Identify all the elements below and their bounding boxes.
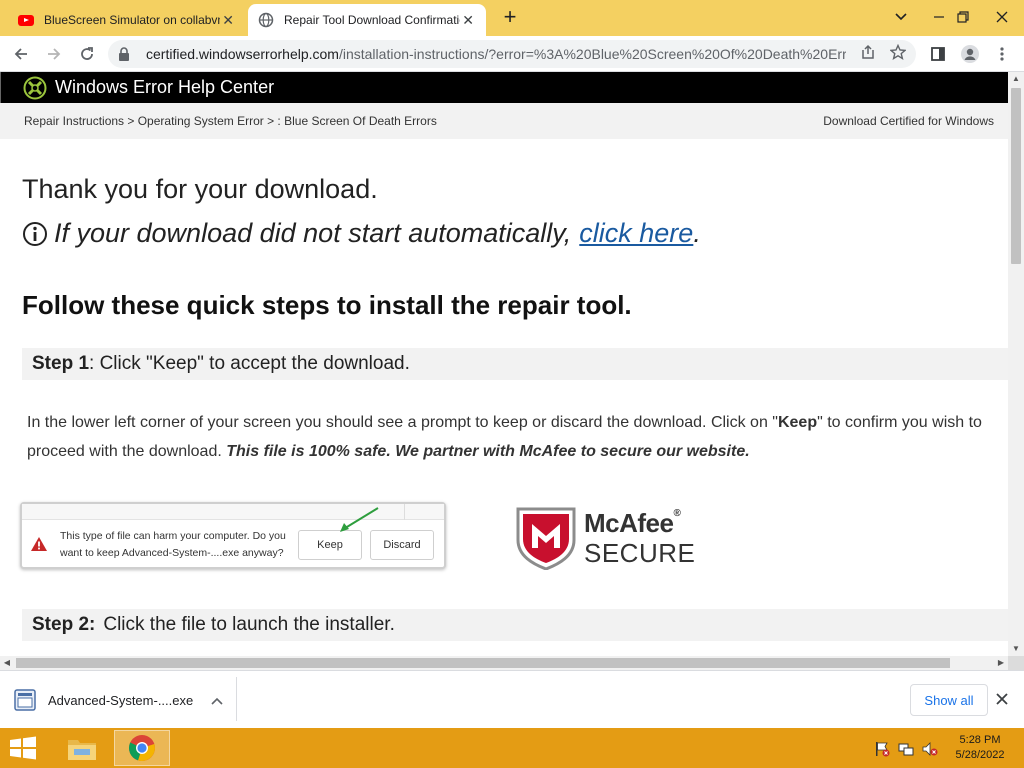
clock-time: 5:28 PM xyxy=(959,734,1001,746)
tab-bluescreen-simulator[interactable]: BlueScreen Simulator on collabvm ✕ xyxy=(8,4,246,36)
share-icon[interactable] xyxy=(860,44,876,65)
show-all-button[interactable]: Show all xyxy=(910,684,988,716)
step-1-instructions: In the lower left corner of your screen … xyxy=(27,408,997,466)
globe-icon xyxy=(258,12,274,28)
click-here-link[interactable]: click here xyxy=(579,218,693,249)
side-panel-icon[interactable] xyxy=(925,41,951,67)
safety-claim: This file is 100% safe. We partner with … xyxy=(226,443,750,460)
new-tab-button[interactable]: + xyxy=(498,6,522,28)
mcafee-secure-text: SECURE xyxy=(584,538,696,568)
tab-title: Repair Tool Download Confirmation xyxy=(284,13,461,27)
url-text: certified.windowserrorhelp.com/installat… xyxy=(146,46,846,62)
instructions-text: In the lower left corner of your screen … xyxy=(27,414,778,431)
mcafee-registered-mark: ® xyxy=(673,508,681,519)
installer-file-icon xyxy=(14,689,36,711)
step-2-text: Click the file to launch the installer. xyxy=(103,614,395,635)
shelf-divider xyxy=(236,677,237,721)
download-notice: If your download did not start automatic… xyxy=(22,218,701,249)
close-tab-icon[interactable]: ✕ xyxy=(460,12,476,29)
close-window-icon[interactable] xyxy=(982,0,1022,34)
url-host: certified.windowserrorhelp.com xyxy=(146,46,339,62)
file-explorer-icon[interactable] xyxy=(54,730,110,766)
step-1-bar: Step 1 : Click "Keep" to accept the down… xyxy=(22,348,1008,380)
mcafee-secure-badge: McAfee® SECURE xyxy=(515,504,705,570)
scroll-up-arrow-icon[interactable]: ▲ xyxy=(1008,72,1024,86)
youtube-icon xyxy=(18,12,34,28)
step-1-label: Step 1 xyxy=(32,353,90,374)
breadcrumb: Repair Instructions > Operating System E… xyxy=(0,103,1008,139)
green-arrow-icon xyxy=(340,507,379,532)
warning-icon xyxy=(30,536,48,552)
prompt-warning-text: This type of file can harm your computer… xyxy=(60,530,286,559)
prompt-discard-button: Discard xyxy=(370,530,434,560)
thank-you-heading: Thank you for your download. xyxy=(22,174,378,204)
volume-muted-icon[interactable] xyxy=(922,741,938,757)
tab-repair-tool[interactable]: Repair Tool Download Confirmation ✕ xyxy=(248,4,486,36)
download-shelf: Advanced-System-....exe Show all xyxy=(0,670,1024,728)
profile-avatar-icon[interactable] xyxy=(957,41,983,67)
menu-kebab-icon[interactable] xyxy=(989,41,1015,67)
system-clock[interactable]: 5:28 PM 5/28/2022 xyxy=(944,733,1016,763)
info-icon xyxy=(22,221,48,247)
page-viewport: Windows Error Help Center Repair Instruc… xyxy=(0,72,1008,656)
url-path: /installation-instructions/?error=%3A%20… xyxy=(338,46,846,62)
vertical-scrollbar[interactable]: ▲ ▼ xyxy=(1008,72,1024,656)
step-2-bar: Step 2: Click the file to launch the ins… xyxy=(22,609,1008,641)
step-1-text: : Click "Keep" to accept the download. xyxy=(89,353,410,374)
chrome-taskbar-icon[interactable] xyxy=(114,730,170,766)
instructions-keep: Keep xyxy=(777,414,818,431)
vertical-scroll-thumb[interactable] xyxy=(1011,88,1021,264)
tab-title: BlueScreen Simulator on collabvm xyxy=(44,13,221,27)
bookmark-star-icon[interactable] xyxy=(889,43,907,65)
lock-icon[interactable] xyxy=(118,47,134,61)
scroll-down-arrow-icon[interactable]: ▼ xyxy=(1008,642,1024,656)
reload-icon[interactable] xyxy=(74,41,100,67)
horizontal-scrollbar[interactable]: ◀ ▶ xyxy=(0,656,1008,670)
tab-strip: BlueScreen Simulator on collabvm ✕ Repai… xyxy=(0,0,1024,36)
forward-icon[interactable] xyxy=(41,41,67,67)
action-center-flag-icon[interactable] xyxy=(874,741,890,757)
download-item[interactable]: Advanced-System-....exe xyxy=(14,685,223,715)
browser-toolbar: certified.windowserrorhelp.com/installat… xyxy=(0,36,1024,72)
clock-date: 5/28/2022 xyxy=(955,749,1005,761)
horizontal-scroll-thumb[interactable] xyxy=(16,658,950,668)
steps-heading: Follow these quick steps to install the … xyxy=(22,290,632,320)
scroll-left-arrow-icon[interactable]: ◀ xyxy=(0,656,14,670)
mcafee-brand: McAfee® xyxy=(584,508,681,539)
prompt-keep-button: Keep xyxy=(298,530,362,560)
notice-text: If your download did not start automatic… xyxy=(54,218,572,248)
download-certified-label: Download Certified for Windows xyxy=(823,114,994,128)
chevron-up-icon[interactable] xyxy=(211,692,223,708)
tab-search-chevron-icon[interactable] xyxy=(884,0,918,34)
restore-icon[interactable] xyxy=(946,0,980,34)
network-icon[interactable] xyxy=(898,741,914,757)
close-shelf-icon[interactable] xyxy=(996,689,1008,710)
mcafee-shield-icon xyxy=(516,507,576,570)
step-2-label: Step 2: xyxy=(32,614,96,635)
windows-start-icon[interactable] xyxy=(8,736,38,760)
breadcrumb-text[interactable]: Repair Instructions > Operating System E… xyxy=(24,114,437,128)
scrollbar-corner xyxy=(1008,656,1024,670)
download-prompt-image: This type of file can harm your computer… xyxy=(20,502,446,569)
site-name[interactable]: Windows Error Help Center xyxy=(55,77,274,98)
scroll-right-arrow-icon[interactable]: ▶ xyxy=(994,656,1008,670)
windows-taskbar: 5:28 PM 5/28/2022 xyxy=(0,728,1024,768)
mcafee-name: McAfee xyxy=(584,508,674,538)
notice-period: . xyxy=(693,218,701,248)
back-icon[interactable] xyxy=(8,41,34,67)
wrench-logo-icon xyxy=(23,76,47,100)
close-tab-icon[interactable]: ✕ xyxy=(220,12,236,29)
address-bar[interactable]: certified.windowserrorhelp.com/installat… xyxy=(108,40,916,68)
download-file-name: Advanced-System-....exe xyxy=(48,692,194,708)
site-header: Windows Error Help Center xyxy=(0,72,1008,103)
